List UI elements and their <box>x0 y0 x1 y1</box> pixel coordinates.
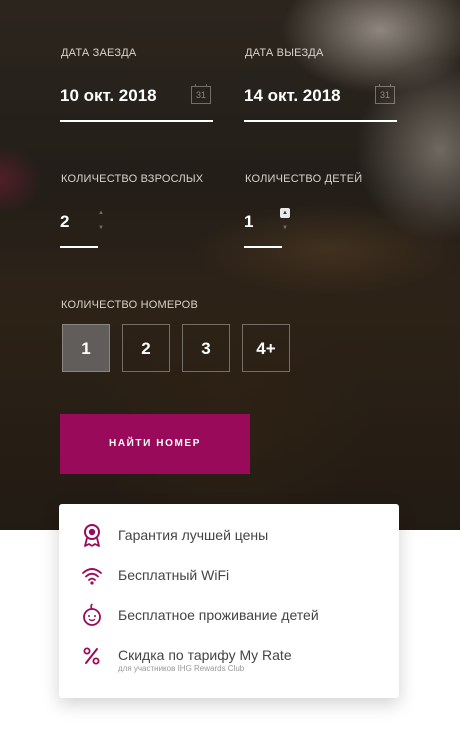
feature-subtext: для участников IHG Rewards Club <box>118 664 245 673</box>
children-increment-icon[interactable]: ▲ <box>280 208 290 218</box>
children-label: КОЛИЧЕСТВО ДЕТЕЙ <box>245 173 363 185</box>
feature-text: Бесплатное проживание детей <box>118 607 319 623</box>
room-option-4-plus[interactable]: 4+ <box>242 324 290 372</box>
children-stepper-value[interactable]: 1 <box>244 212 253 232</box>
checkout-underline <box>244 120 397 122</box>
feature-item: Гарантия лучшей цены <box>59 523 399 563</box>
feature-item: Бесплатное проживание детей <box>59 603 399 643</box>
baby-icon <box>83 603 101 626</box>
feature-text: Скидка по тарифу My Rate <box>118 647 292 663</box>
adults-stepper-value[interactable]: 2 <box>60 212 69 232</box>
checkin-date-field[interactable]: 10 окт. 2018 <box>60 86 157 106</box>
children-decrement-icon[interactable]: ▼ <box>280 223 290 233</box>
checkout-date-field[interactable]: 14 окт. 2018 <box>244 86 341 106</box>
award-medal-icon <box>84 524 100 547</box>
feature-text: Гарантия лучшей цены <box>118 527 269 543</box>
feature-item: Бесплатный WiFi <box>59 563 399 603</box>
checkin-label: ДАТА ЗАЕЗДА <box>61 47 137 59</box>
room-option-1[interactable]: 1 <box>62 324 110 372</box>
checkout-label: ДАТА ВЫЕЗДА <box>245 47 324 59</box>
calendar-icon[interactable]: 31 <box>375 84 395 104</box>
adults-increment-icon[interactable]: ▲ <box>96 208 106 218</box>
adults-decrement-icon[interactable]: ▼ <box>96 223 106 233</box>
room-option-3[interactable]: 3 <box>182 324 230 372</box>
room-option-2[interactable]: 2 <box>122 324 170 372</box>
rooms-label: КОЛИЧЕСТВО НОМЕРОВ <box>61 299 198 311</box>
find-room-button[interactable]: НАЙТИ НОМЕР <box>60 414 250 474</box>
wifi-icon <box>82 568 102 585</box>
features-card: Гарантия лучшей цены Бесплатный WiFi Бес… <box>59 504 399 698</box>
calendar-icon[interactable]: 31 <box>191 84 211 104</box>
adults-underline <box>60 246 98 248</box>
checkin-underline <box>60 120 213 122</box>
children-underline <box>244 246 282 248</box>
adults-label: КОЛИЧЕСТВО ВЗРОСЛЫХ <box>61 173 204 185</box>
percent-icon <box>83 647 100 665</box>
feature-text: Бесплатный WiFi <box>118 567 230 583</box>
feature-item: Скидка по тарифу My Rate для участников … <box>59 643 399 683</box>
